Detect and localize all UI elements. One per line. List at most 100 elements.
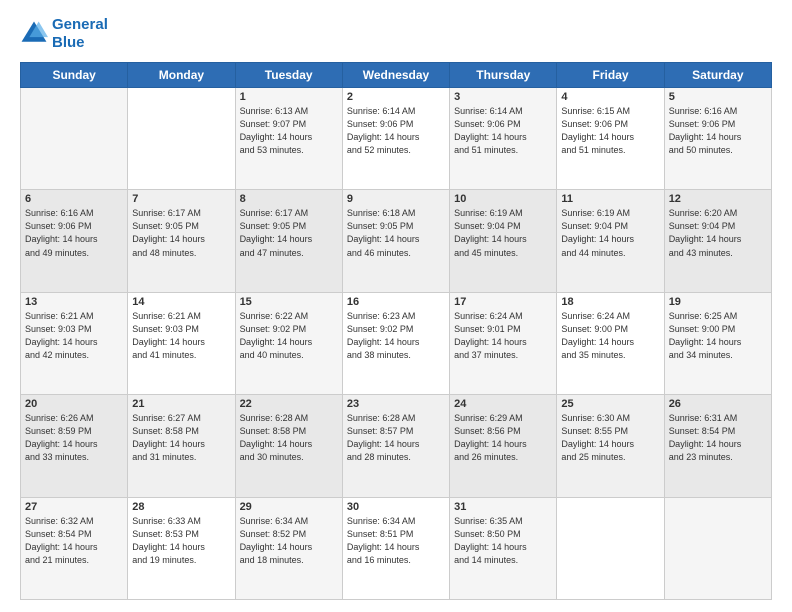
day-info: Sunrise: 6:13 AMSunset: 9:07 PMDaylight:… (240, 105, 338, 157)
calendar-day: 2 Sunrise: 6:14 AMSunset: 9:06 PMDaylight… (342, 88, 449, 190)
weekday-header: Tuesday (235, 63, 342, 88)
day-number: 27 (25, 501, 123, 513)
day-number: 14 (132, 296, 230, 308)
day-number: 9 (347, 193, 445, 205)
weekday-header: Sunday (21, 63, 128, 88)
weekday-header: Friday (557, 63, 664, 88)
logo-text: General Blue (52, 16, 108, 52)
day-number: 15 (240, 296, 338, 308)
calendar-day: 13 Sunrise: 6:21 AMSunset: 9:03 PMDayligh… (21, 292, 128, 394)
logo-icon (20, 20, 48, 48)
weekday-header: Wednesday (342, 63, 449, 88)
day-info: Sunrise: 6:21 AMSunset: 9:03 PMDaylight:… (25, 310, 123, 362)
day-number: 19 (669, 296, 767, 308)
day-number: 25 (561, 398, 659, 410)
calendar-day: 29Sunrise: 6:34 AMSunset: 8:52 PMDayligh… (235, 497, 342, 599)
day-number: 10 (454, 193, 552, 205)
calendar-table: SundayMondayTuesdayWednesdayThursdayFrid… (20, 62, 772, 600)
day-info: Sunrise: 6:30 AMSunset: 8:55 PMDaylight:… (561, 412, 659, 464)
day-number: 22 (240, 398, 338, 410)
day-info: Sunrise: 6:32 AMSunset: 8:54 PMDaylight:… (25, 515, 123, 567)
header: General Blue (20, 16, 772, 52)
day-number: 1 (240, 91, 338, 103)
calendar-day: 5 Sunrise: 6:16 AMSunset: 9:06 PMDaylight… (664, 88, 771, 190)
day-info: Sunrise: 6:31 AMSunset: 8:54 PMDaylight:… (669, 412, 767, 464)
day-number: 11 (561, 193, 659, 205)
day-number: 3 (454, 91, 552, 103)
calendar-day: 19 Sunrise: 6:25 AMSunset: 9:00 PMDayligh… (664, 292, 771, 394)
calendar-day: 12 Sunrise: 6:20 AMSunset: 9:04 PMDayligh… (664, 190, 771, 292)
calendar-day: 17Sunrise: 6:24 AMSunset: 9:01 PMDayligh… (450, 292, 557, 394)
day-number: 16 (347, 296, 445, 308)
calendar-day: 14Sunrise: 6:21 AMSunset: 9:03 PMDayligh… (128, 292, 235, 394)
day-info: Sunrise: 6:17 AMSunset: 9:05 PMDaylight:… (132, 207, 230, 259)
calendar-day: 7Sunrise: 6:17 AMSunset: 9:05 PMDaylight… (128, 190, 235, 292)
day-info: Sunrise: 6:16 AMSunset: 9:06 PMDaylight:… (25, 207, 123, 259)
weekday-header: Saturday (664, 63, 771, 88)
weekday-header: Thursday (450, 63, 557, 88)
day-info: Sunrise: 6:29 AMSunset: 8:56 PMDaylight:… (454, 412, 552, 464)
calendar-empty (21, 88, 128, 190)
day-number: 5 (669, 91, 767, 103)
calendar-empty (128, 88, 235, 190)
day-info: Sunrise: 6:17 AMSunset: 9:05 PMDaylight:… (240, 207, 338, 259)
day-info: Sunrise: 6:28 AMSunset: 8:57 PMDaylight:… (347, 412, 445, 464)
calendar-day: 23 Sunrise: 6:28 AMSunset: 8:57 PMDayligh… (342, 395, 449, 497)
calendar-day: 9 Sunrise: 6:18 AMSunset: 9:05 PMDaylight… (342, 190, 449, 292)
calendar-day: 1 Sunrise: 6:13 AMSunset: 9:07 PMDaylight… (235, 88, 342, 190)
day-info: Sunrise: 6:25 AMSunset: 9:00 PMDaylight:… (669, 310, 767, 362)
weekday-header: Monday (128, 63, 235, 88)
day-info: Sunrise: 6:27 AMSunset: 8:58 PMDaylight:… (132, 412, 230, 464)
day-info: Sunrise: 6:33 AMSunset: 8:53 PMDaylight:… (132, 515, 230, 567)
day-number: 12 (669, 193, 767, 205)
logo: General Blue (20, 16, 108, 52)
calendar-day: 16 Sunrise: 6:23 AMSunset: 9:02 PMDayligh… (342, 292, 449, 394)
day-info: Sunrise: 6:24 AMSunset: 9:01 PMDaylight:… (454, 310, 552, 362)
calendar-day: 20 Sunrise: 6:26 AMSunset: 8:59 PMDayligh… (21, 395, 128, 497)
calendar-day: 25 Sunrise: 6:30 AMSunset: 8:55 PMDayligh… (557, 395, 664, 497)
day-info: Sunrise: 6:28 AMSunset: 8:58 PMDaylight:… (240, 412, 338, 464)
calendar-empty (664, 497, 771, 599)
day-number: 18 (561, 296, 659, 308)
day-info: Sunrise: 6:22 AMSunset: 9:02 PMDaylight:… (240, 310, 338, 362)
day-info: Sunrise: 6:34 AMSunset: 8:52 PMDaylight:… (240, 515, 338, 567)
day-number: 20 (25, 398, 123, 410)
day-number: 26 (669, 398, 767, 410)
day-number: 24 (454, 398, 552, 410)
day-info: Sunrise: 6:35 AMSunset: 8:50 PMDaylight:… (454, 515, 552, 567)
day-number: 13 (25, 296, 123, 308)
day-info: Sunrise: 6:23 AMSunset: 9:02 PMDaylight:… (347, 310, 445, 362)
calendar-day: 3 Sunrise: 6:14 AMSunset: 9:06 PMDaylight… (450, 88, 557, 190)
day-number: 6 (25, 193, 123, 205)
day-info: Sunrise: 6:24 AMSunset: 9:00 PMDaylight:… (561, 310, 659, 362)
page: General Blue SundayMondayTuesdayWednesda… (0, 0, 792, 612)
calendar-empty (557, 497, 664, 599)
day-number: 31 (454, 501, 552, 513)
day-info: Sunrise: 6:19 AMSunset: 9:04 PMDaylight:… (454, 207, 552, 259)
day-info: Sunrise: 6:14 AMSunset: 9:06 PMDaylight:… (454, 105, 552, 157)
day-number: 4 (561, 91, 659, 103)
calendar-day: 6 Sunrise: 6:16 AMSunset: 9:06 PMDaylight… (21, 190, 128, 292)
calendar-day: 8 Sunrise: 6:17 AMSunset: 9:05 PMDaylight… (235, 190, 342, 292)
day-info: Sunrise: 6:26 AMSunset: 8:59 PMDaylight:… (25, 412, 123, 464)
day-info: Sunrise: 6:18 AMSunset: 9:05 PMDaylight:… (347, 207, 445, 259)
day-number: 2 (347, 91, 445, 103)
day-info: Sunrise: 6:20 AMSunset: 9:04 PMDaylight:… (669, 207, 767, 259)
calendar-day: 4Sunrise: 6:15 AMSunset: 9:06 PMDaylight… (557, 88, 664, 190)
calendar-day: 24 Sunrise: 6:29 AMSunset: 8:56 PMDayligh… (450, 395, 557, 497)
day-info: Sunrise: 6:16 AMSunset: 9:06 PMDaylight:… (669, 105, 767, 157)
day-info: Sunrise: 6:19 AMSunset: 9:04 PMDaylight:… (561, 207, 659, 259)
calendar-day: 27 Sunrise: 6:32 AMSunset: 8:54 PMDayligh… (21, 497, 128, 599)
day-number: 30 (347, 501, 445, 513)
calendar-day: 10 Sunrise: 6:19 AMSunset: 9:04 PMDayligh… (450, 190, 557, 292)
day-number: 23 (347, 398, 445, 410)
calendar-day: 30 Sunrise: 6:34 AMSunset: 8:51 PMDayligh… (342, 497, 449, 599)
day-number: 8 (240, 193, 338, 205)
calendar-day: 21 Sunrise: 6:27 AMSunset: 8:58 PMDayligh… (128, 395, 235, 497)
day-number: 21 (132, 398, 230, 410)
day-info: Sunrise: 6:14 AMSunset: 9:06 PMDaylight:… (347, 105, 445, 157)
calendar-day: 26 Sunrise: 6:31 AMSunset: 8:54 PMDayligh… (664, 395, 771, 497)
day-info: Sunrise: 6:34 AMSunset: 8:51 PMDaylight:… (347, 515, 445, 567)
calendar-day: 11 Sunrise: 6:19 AMSunset: 9:04 PMDayligh… (557, 190, 664, 292)
calendar-day: 31 Sunrise: 6:35 AMSunset: 8:50 PMDayligh… (450, 497, 557, 599)
